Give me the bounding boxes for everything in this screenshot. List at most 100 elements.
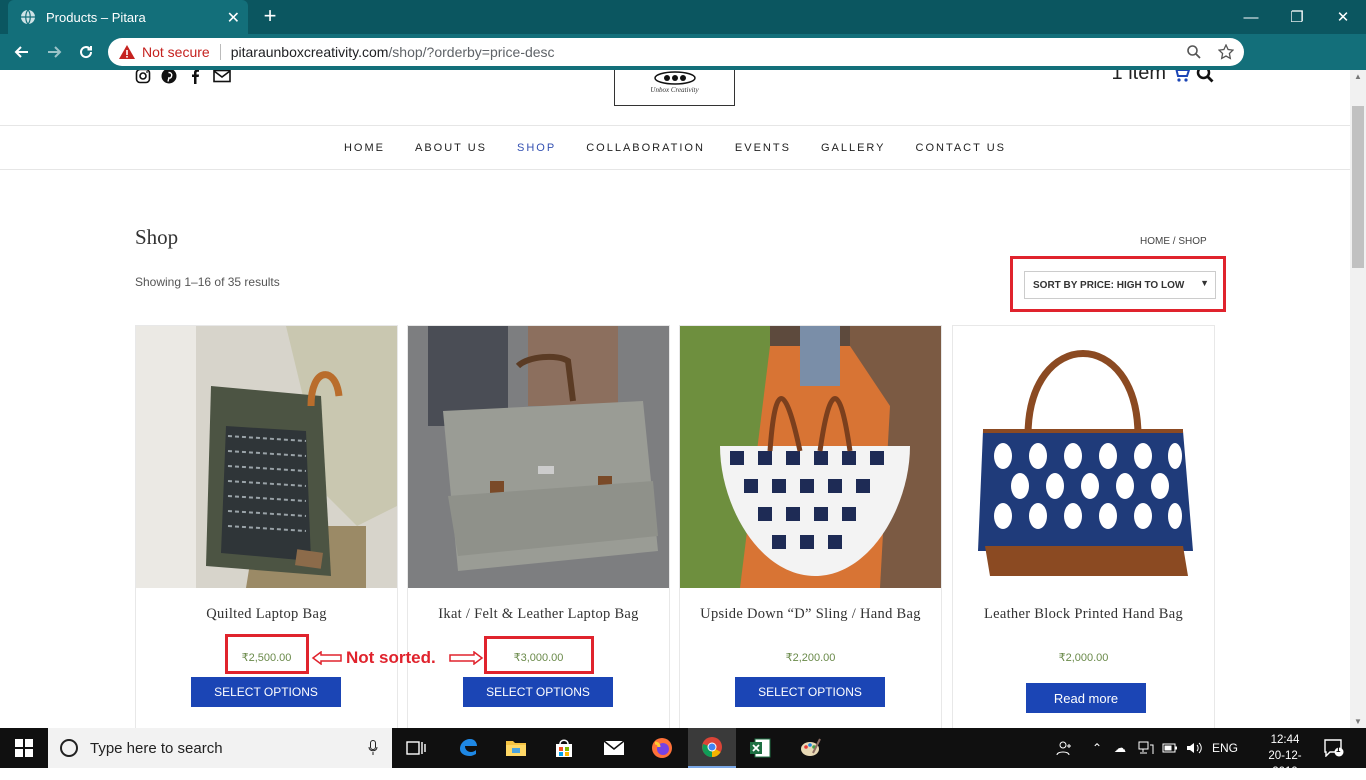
url-host: pitaraunboxcreativity.com <box>230 44 389 60</box>
read-more-button[interactable]: Read more <box>1026 683 1146 713</box>
select-options-button[interactable]: SELECT OPTIONS <box>191 677 341 707</box>
nav-shop[interactable]: SHOP <box>517 142 556 154</box>
forward-arrow-icon <box>48 46 62 58</box>
email-icon[interactable] <box>213 70 231 84</box>
url-path: /shop/?orderby=price-desc <box>388 44 555 60</box>
cart-count[interactable]: 1 item <box>1112 70 1166 85</box>
logo-mark-icon <box>653 71 696 85</box>
scroll-down-icon[interactable]: ▼ <box>1354 717 1362 726</box>
excel-icon[interactable] <box>736 728 784 768</box>
annotation-text: Not sorted. <box>346 648 436 667</box>
nav-gallery[interactable]: GALLERY <box>821 142 886 154</box>
back-button[interactable] <box>10 40 34 64</box>
cortana-icon <box>60 739 78 757</box>
browser-tab-strip: Products – Pitara ✕ + — ❐ ✕ <box>0 0 1366 34</box>
site-logo[interactable]: Unbox Creativity <box>614 70 735 106</box>
product-price: ₹2,000.00 <box>1058 652 1109 664</box>
scrollbar-thumb[interactable] <box>1352 106 1364 268</box>
sort-select[interactable]: SORT BY PRICE: HIGH TO LOW ▼ <box>1024 271 1216 299</box>
windows-taskbar: Type here to search ⌃ ☁ ENG 12:44 20-12-… <box>0 728 1366 778</box>
tab-title: Products – Pitara <box>46 9 146 25</box>
nav-events[interactable]: EVENTS <box>735 142 791 154</box>
product-image[interactable] <box>953 326 1214 588</box>
product-image[interactable] <box>680 326 941 588</box>
volume-icon[interactable] <box>1186 728 1202 768</box>
restore-button[interactable]: ❐ <box>1274 0 1320 34</box>
facebook-icon[interactable] <box>187 70 203 84</box>
result-count: Showing 1–16 of 35 results <box>135 275 280 289</box>
logo-tagline: Unbox Creativity <box>650 86 699 94</box>
right-arrow-icon <box>449 651 484 665</box>
minimize-button[interactable]: — <box>1228 0 1274 34</box>
taskbar-search-box[interactable]: Type here to search <box>48 728 392 768</box>
nav-home[interactable]: HOME <box>344 142 385 154</box>
social-links <box>135 70 231 84</box>
mail-icon[interactable] <box>590 728 638 768</box>
clock-date: 20-12-2019 <box>1268 750 1302 778</box>
start-button[interactable] <box>0 728 48 768</box>
forward-button[interactable] <box>42 40 66 64</box>
search-icon[interactable] <box>1196 70 1214 83</box>
price-highlight-box <box>484 636 594 674</box>
pinterest-icon[interactable] <box>161 70 177 84</box>
dropdown-arrow-icon: ▼ <box>1200 278 1209 288</box>
select-options-button[interactable]: SELECT OPTIONS <box>735 677 885 707</box>
scroll-up-icon[interactable]: ▲ <box>1354 72 1362 81</box>
notification-count: 1 <box>1336 745 1341 754</box>
battery-icon[interactable] <box>1162 728 1178 768</box>
select-options-button[interactable]: SELECT OPTIONS <box>463 677 613 707</box>
cart-icon[interactable] <box>1172 70 1190 83</box>
product-image[interactable] <box>136 326 397 588</box>
sort-selected-value: SORT BY PRICE: HIGH TO LOW <box>1033 279 1185 291</box>
browser-toolbar: Not secure pitaraunboxcreativity.com/sho… <box>0 34 1366 103</box>
file-explorer-icon[interactable] <box>492 728 540 768</box>
browser-tab[interactable]: Products – Pitara ✕ <box>8 0 248 34</box>
microphone-icon[interactable] <box>368 740 378 756</box>
bookmark-star-icon[interactable] <box>1218 44 1234 60</box>
chrome-icon[interactable] <box>688 728 736 768</box>
security-label[interactable]: Not secure <box>142 44 210 60</box>
page-scrollbar[interactable]: ▲ ▼ <box>1350 70 1366 728</box>
price-highlight-box <box>225 634 309 674</box>
chevron-up-icon[interactable]: ⌃ <box>1092 728 1102 768</box>
product-card: Upside Down “D” Sling / Hand Bag ₹2,200.… <box>679 325 942 728</box>
clock-time: 12:44 <box>1270 734 1300 746</box>
taskbar-clock[interactable]: 12:44 20-12-2019 <box>1256 732 1314 780</box>
product-name[interactable]: Upside Down “D” Sling / Hand Bag <box>690 606 931 623</box>
paint-icon[interactable] <box>786 728 834 768</box>
store-icon[interactable] <box>540 728 588 768</box>
product-card: Leather Block Printed Hand Bag ₹2,000.00… <box>952 325 1215 728</box>
omnibox-separator <box>219 44 221 60</box>
firefox-icon[interactable] <box>638 728 686 768</box>
product-name[interactable]: Ikat / Felt & Leather Laptop Bag <box>418 606 659 623</box>
windows-logo-icon <box>15 739 33 757</box>
language-indicator[interactable]: ENG <box>1212 728 1238 768</box>
close-tab-icon[interactable]: ✕ <box>227 8 240 28</box>
taskbar-search-placeholder: Type here to search <box>90 739 223 757</box>
zoom-icon[interactable] <box>1186 44 1202 60</box>
onedrive-icon[interactable]: ☁ <box>1114 728 1126 768</box>
address-bar[interactable]: Not secure pitaraunboxcreativity.com/sho… <box>108 38 1244 66</box>
nav-about-us[interactable]: ABOUT US <box>415 142 487 154</box>
header-cart: 1 item <box>1112 70 1214 85</box>
task-view-icon[interactable] <box>392 728 440 768</box>
new-tab-button[interactable]: + <box>258 4 282 28</box>
back-arrow-icon <box>14 46 28 58</box>
people-icon[interactable] <box>1056 728 1074 768</box>
network-icon[interactable] <box>1138 728 1154 768</box>
product-name[interactable]: Quilted Laptop Bag <box>146 606 387 623</box>
page-title: Shop <box>135 225 179 249</box>
instagram-icon[interactable] <box>135 70 151 84</box>
product-name[interactable]: Leather Block Printed Hand Bag <box>963 606 1204 623</box>
edge-browser-icon[interactable] <box>444 728 492 768</box>
nav-collaboration[interactable]: COLLABORATION <box>586 142 705 154</box>
notification-center-icon[interactable]: 1 <box>1324 728 1344 768</box>
globe-icon <box>21 9 35 25</box>
breadcrumb[interactable]: HOME / SHOP <box>1140 236 1207 247</box>
url-text[interactable]: pitaraunboxcreativity.com/shop/?orderby=… <box>231 44 555 60</box>
close-window-button[interactable]: ✕ <box>1320 0 1366 34</box>
nav-contact-us[interactable]: CONTACT US <box>916 142 1007 154</box>
product-image[interactable] <box>408 326 669 588</box>
reload-icon <box>80 46 93 59</box>
reload-button[interactable] <box>74 40 98 64</box>
